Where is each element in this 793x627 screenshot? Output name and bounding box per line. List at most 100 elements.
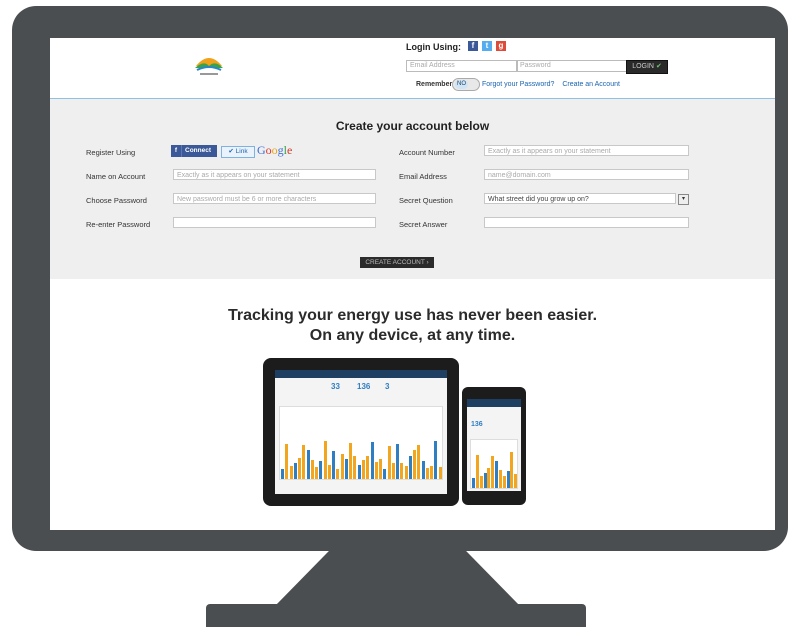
usage-bar (366, 456, 369, 479)
usage-bar (422, 461, 425, 479)
usage-bar (434, 441, 437, 479)
login-using-label: Login Using: (406, 42, 461, 52)
chevron-right-icon: › (426, 259, 429, 266)
usage-bar (514, 474, 517, 488)
tablet-stat: 3 (385, 382, 390, 391)
account-number-input[interactable]: Exactly as it appears on your statement (484, 145, 689, 156)
email-address-input[interactable]: name@domain.com (484, 169, 689, 180)
login-button-label: LOGIN (632, 63, 654, 70)
usage-bar (392, 463, 395, 479)
monitor-stand-base (206, 604, 586, 627)
twitter-icon[interactable]: t (482, 41, 492, 51)
usage-bar (281, 469, 284, 479)
secret-answer-label: Secret Answer (399, 220, 448, 229)
reenter-password-input[interactable] (173, 217, 376, 228)
usage-bar (400, 463, 403, 479)
monitor-bezel: Login Using: f t g Email Address Passwor… (12, 6, 788, 551)
checkmark-icon: ✔ (655, 63, 662, 70)
secret-question-select[interactable]: What street did you grow up on? (484, 193, 676, 204)
toggle-value: NO (455, 80, 468, 89)
usage-bar (379, 459, 382, 479)
phone-stat: 136 (471, 421, 483, 428)
promo-line-1: Tracking your energy use has never been … (227, 307, 598, 324)
phone-app-bar (467, 399, 521, 407)
usage-bar (409, 456, 412, 479)
usage-bar (307, 450, 310, 479)
usage-bar (362, 460, 365, 479)
page-header: Login Using: f t g Email Address Passwor… (50, 38, 775, 99)
create-account-link[interactable]: Create an Account (562, 81, 620, 88)
usage-bar (480, 476, 483, 488)
usage-bar (491, 456, 494, 488)
usage-bar (298, 458, 301, 479)
choose-password-input[interactable]: New password must be 6 or more character… (173, 193, 376, 204)
account-number-label: Account Number (399, 148, 455, 157)
linkedin-label: Link (235, 148, 248, 155)
facebook-icon[interactable]: f (468, 41, 478, 51)
linkedin-button[interactable]: ✔ Link (221, 146, 255, 158)
usage-bar (476, 455, 479, 488)
usage-bar (328, 465, 331, 479)
register-using-label: Register Using (86, 148, 136, 157)
promo-heading: Tracking your energy use has never been … (50, 306, 775, 346)
registration-panel: Create your account below Register Using… (50, 99, 775, 279)
monitor-stand-neck (275, 551, 520, 606)
chevron-down-icon[interactable]: ▾ (678, 194, 689, 205)
create-account-button[interactable]: CREATE ACCOUNT › (360, 257, 434, 268)
forgot-password-link[interactable]: Forgot your Password? (482, 81, 554, 88)
phone-screen: 136 (467, 399, 521, 491)
usage-bar (311, 460, 314, 479)
usage-bar (294, 463, 297, 479)
usage-bar (495, 461, 498, 488)
usage-bar (285, 444, 288, 479)
usage-bar (345, 459, 348, 479)
secret-question-label: Secret Question (399, 196, 453, 205)
usage-bar (388, 446, 391, 479)
usage-bar (349, 443, 352, 479)
google-icon[interactable]: g (496, 41, 506, 51)
tablet-usage-chart (279, 406, 443, 480)
usage-bar (487, 468, 490, 488)
usage-bar (341, 454, 344, 479)
phone-usage-chart (470, 439, 518, 489)
linkedin-icon: ✔ (228, 148, 234, 155)
usage-bar (371, 442, 374, 479)
usage-bar (426, 468, 429, 479)
facebook-icon: f (171, 145, 182, 157)
secret-answer-input[interactable] (484, 217, 689, 228)
registration-title: Create your account below (335, 119, 490, 133)
google-letter: G (257, 143, 266, 157)
facebook-connect-label: Connect (185, 147, 211, 154)
usage-bar (302, 445, 305, 479)
usage-bar (353, 456, 356, 479)
login-password-input[interactable]: Password (516, 60, 628, 72)
usage-bar (336, 469, 339, 479)
phone-device-image: 136 (462, 387, 526, 505)
usage-bar (358, 465, 361, 479)
tablet-stat: 33 (331, 382, 340, 391)
name-on-account-label: Name on Account (86, 172, 146, 181)
tablet-stat: 136 (357, 382, 371, 391)
usage-bar (383, 469, 386, 479)
choose-password-label: Choose Password (86, 196, 147, 205)
usage-bar (430, 466, 433, 479)
name-on-account-input[interactable]: Exactly as it appears on your statement (173, 169, 376, 180)
usage-bar (315, 467, 318, 479)
usage-bar (332, 451, 335, 479)
promo-line-2: On any device, at any time. (309, 327, 516, 344)
remember-me-toggle[interactable]: NO (452, 78, 480, 91)
tablet-app-bar (275, 370, 447, 378)
google-signin-button[interactable]: Google (257, 143, 292, 158)
login-button[interactable]: LOGIN ✔ (626, 60, 668, 74)
usage-bar (472, 478, 475, 488)
create-account-label: CREATE ACCOUNT (365, 259, 425, 266)
account-links: Forgot your Password? Create an Account (482, 81, 626, 88)
usage-bar (417, 445, 420, 479)
usage-bar (413, 450, 416, 479)
monitor-screen: Login Using: f t g Email Address Passwor… (50, 38, 775, 530)
login-email-input[interactable]: Email Address (406, 60, 518, 72)
usage-bar (503, 476, 506, 488)
usage-bar (499, 470, 502, 488)
facebook-connect-button[interactable]: f Connect (171, 145, 217, 157)
usage-bar (375, 462, 378, 479)
